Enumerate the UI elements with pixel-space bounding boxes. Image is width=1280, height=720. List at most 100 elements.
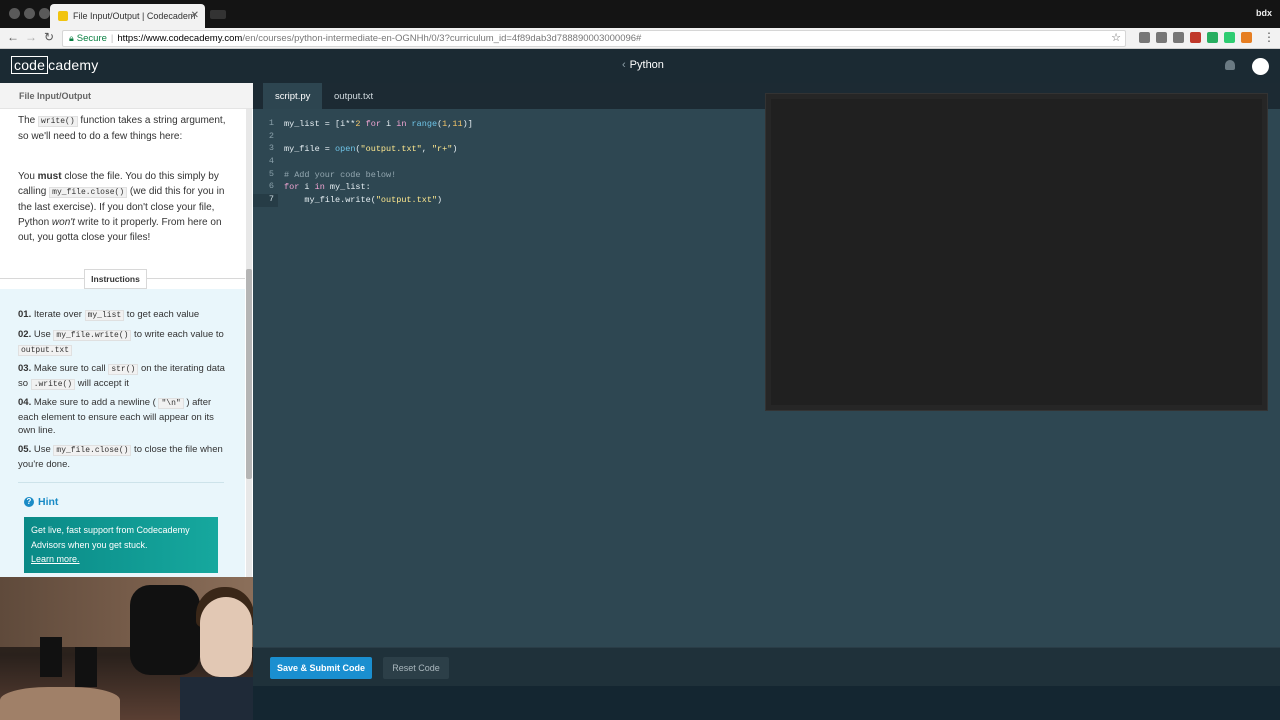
extension-icon[interactable]	[1241, 32, 1252, 43]
extension-icon[interactable]	[1139, 32, 1150, 43]
token: )	[437, 195, 443, 206]
step-number: 04.	[18, 397, 32, 408]
site-header: code cademy ‹ Python	[0, 49, 1280, 83]
code-line-comment: # Add your code below!	[284, 169, 397, 180]
token: my_list = [i**	[284, 119, 356, 129]
text-run: Make sure to add a newline (	[31, 397, 159, 408]
app-window: File Input/Output | Codecadem ✕ bdx ← → …	[0, 0, 1280, 720]
url-host: https://www.codecademy.com	[117, 33, 243, 44]
save-submit-button[interactable]: Save & Submit Code	[270, 657, 372, 679]
lesson-panel: File Input/Output The write() function t…	[0, 83, 253, 577]
speaker	[40, 637, 62, 677]
instruction-step-2: 02. Use my_file.write() to write each va…	[18, 328, 230, 357]
instruction-step-4: 04. Make sure to add a newline ( "\n" ) …	[18, 396, 230, 438]
extension-icons	[1139, 32, 1252, 43]
tab-script-py[interactable]: script.py	[263, 83, 323, 109]
codecademy-logo[interactable]: code cademy	[11, 56, 99, 74]
hint-label: Hint	[38, 496, 59, 508]
inline-code: str()	[108, 364, 139, 375]
minimize-window-button[interactable]	[24, 8, 35, 19]
back-arrow-icon[interactable]: ←	[7, 30, 19, 44]
close-window-button[interactable]	[9, 8, 20, 19]
token: "output.txt"	[375, 195, 438, 206]
inline-code: my_list	[84, 310, 125, 321]
new-tab-button[interactable]	[210, 10, 226, 19]
text-run: to write each value to	[131, 329, 224, 340]
lesson-scrollbar[interactable]	[246, 109, 252, 577]
output-terminal[interactable]	[766, 94, 1267, 410]
close-tab-icon[interactable]: ✕	[191, 10, 199, 21]
support-box: Get live, fast support from Codecademy A…	[24, 517, 218, 573]
code-lines[interactable]: my_list = [i**2 for i in range(1,11)] my…	[284, 118, 473, 207]
learn-more-link[interactable]: Learn more.	[31, 554, 80, 564]
extension-icon[interactable]	[1224, 32, 1235, 43]
extension-icon[interactable]	[1156, 32, 1167, 43]
text-run: to get each value	[124, 309, 200, 320]
token: for	[284, 182, 300, 193]
emphasis-bold: must	[37, 171, 62, 182]
secure-label: Secure	[76, 33, 107, 44]
tab-output-txt[interactable]: output.txt	[322, 83, 385, 109]
inline-code: write()	[38, 116, 78, 127]
token: i	[380, 119, 397, 129]
instruction-step-1: 01. Iterate over my_list to get each val…	[18, 308, 230, 323]
token: i	[299, 182, 315, 193]
microphone	[130, 585, 200, 675]
breadcrumb[interactable]: ‹ Python	[622, 59, 664, 71]
token: for	[360, 119, 381, 129]
scrollbar-thumb[interactable]	[246, 269, 252, 479]
extension-icon[interactable]	[1173, 32, 1184, 43]
step-number: 01.	[18, 309, 32, 320]
line-gutter: 1 2 3 4 5 6 7	[253, 118, 278, 207]
step-number: 03.	[18, 363, 32, 374]
inline-code: .write()	[30, 378, 76, 390]
token: "output.txt"	[360, 144, 422, 155]
line-number: 5	[268, 168, 274, 179]
forward-arrow-icon[interactable]: →	[25, 30, 37, 44]
webcam-blanket	[0, 687, 120, 720]
lesson-paragraph-2: You must close the file. You do this sim…	[18, 169, 226, 245]
address-separator: |	[110, 33, 114, 44]
lesson-title: File Input/Output	[0, 83, 253, 109]
reload-icon[interactable]: ↻	[44, 30, 54, 44]
person-shirt	[180, 677, 254, 720]
step-number: 02.	[18, 329, 32, 340]
instruction-step-5: 05. Use my_file.close() to close the fil…	[18, 443, 230, 471]
browser-toolbar: ← → ↻ 🔒︎ Secure | https://www.codecademy.co…	[0, 28, 1280, 49]
token: range	[406, 119, 438, 129]
text-run: The	[18, 115, 39, 126]
line-number: 1	[268, 118, 274, 128]
webcam-overlay	[0, 577, 254, 720]
lock-icon: 🔒︎	[69, 33, 74, 43]
extension-icon[interactable]	[1190, 32, 1201, 43]
token: my_list:	[324, 182, 371, 193]
line-number: 6	[268, 181, 274, 192]
browser-tabbar: File Input/Output | Codecadem ✕ bdx	[0, 0, 1280, 28]
support-text: Get live, fast support from Codecademy A…	[31, 525, 190, 550]
hint-toggle[interactable]: ? Hint	[24, 496, 58, 508]
extension-icon[interactable]	[1207, 32, 1218, 43]
inline-code: my_file.close()	[49, 187, 128, 198]
logo-rest: cademy	[48, 57, 99, 73]
logo-code: code	[11, 56, 49, 74]
lesson-paragraph-1: The write() function takes a string argu…	[18, 113, 226, 144]
token: open	[335, 144, 356, 155]
browser-tab[interactable]: File Input/Output | Codecadem ✕	[50, 4, 205, 28]
profile-name[interactable]: bdx	[1256, 8, 1272, 18]
divider	[18, 482, 224, 483]
token: my_file.write(	[284, 195, 376, 206]
bookmark-star-icon[interactable]: ☆	[1111, 31, 1121, 46]
token: )]	[462, 119, 473, 129]
notification-bell-icon[interactable]	[1225, 60, 1235, 70]
zoom-window-button[interactable]	[39, 8, 50, 19]
avatar[interactable]	[1252, 58, 1269, 75]
line-number: 2	[268, 130, 274, 141]
step-number: 05.	[18, 444, 32, 455]
code-line: my_list = [i**2 for i in range(1,11)]	[284, 118, 473, 131]
browser-menu-icon[interactable]: ⋮	[1263, 30, 1275, 44]
token: 11	[452, 119, 463, 129]
reset-code-button[interactable]: Reset Code	[383, 657, 449, 679]
token: my_file =	[284, 144, 336, 155]
address-bar[interactable]: 🔒︎ Secure | https://www.codecademy.com/en/c…	[62, 30, 1126, 47]
